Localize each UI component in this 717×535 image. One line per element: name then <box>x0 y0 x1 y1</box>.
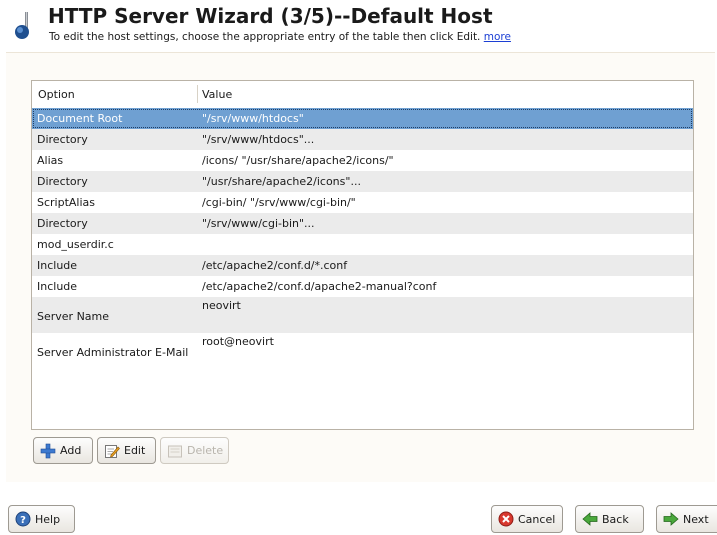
next-arrow-icon <box>663 512 679 526</box>
wizard-icon <box>15 12 29 39</box>
table-body: Document Root "/srv/www/htdocs" Director… <box>32 108 693 369</box>
option-cell: Alias <box>37 154 64 167</box>
value-cell: /icons/ "/usr/share/apache2/icons/" <box>202 154 394 167</box>
cancel-button-label: Cancel <box>518 512 556 526</box>
pencil-icon <box>105 444 120 458</box>
table-row[interactable]: Server Administrator E-Mail root@neovirt <box>32 333 693 369</box>
value-cell: "/srv/www/cgi-bin"... <box>202 217 315 230</box>
add-button-label: Add <box>60 444 82 457</box>
content-panel: Option Value Document Root "/srv/www/htd… <box>6 52 715 482</box>
option-cell: Document Root <box>37 112 123 125</box>
table-row[interactable]: mod_userdir.c <box>32 234 693 255</box>
next-button[interactable]: Next <box>656 505 717 533</box>
value-cell: /cgi-bin/ "/srv/www/cgi-bin/" <box>202 196 356 209</box>
table-row[interactable]: Server Name neovirt <box>32 297 693 333</box>
value-cell: "/srv/www/htdocs" <box>202 112 304 125</box>
value-cell: /etc/apache2/conf.d/apache2-manual?conf <box>202 280 437 293</box>
cancel-icon <box>498 511 514 527</box>
table-row[interactable]: ScriptAlias /cgi-bin/ "/srv/www/cgi-bin/… <box>32 192 693 213</box>
option-cell: Directory <box>37 133 88 146</box>
back-arrow-icon <box>582 512 598 526</box>
table-row[interactable]: Directory "/usr/share/apache2/icons"... <box>32 171 693 192</box>
column-header-value[interactable]: Value <box>202 88 232 101</box>
wizard-header: HTTP Server Wizard (3/5)--Default Host T… <box>0 0 717 52</box>
table-row[interactable]: Include /etc/apache2/conf.d/apache2-manu… <box>32 276 693 297</box>
help-icon: ? <box>15 511 31 527</box>
table-row[interactable]: Include /etc/apache2/conf.d/*.conf <box>32 255 693 276</box>
table-row[interactable]: Directory "/srv/www/htdocs"... <box>32 129 693 150</box>
more-link[interactable]: more <box>484 31 511 43</box>
value-cell: "/usr/share/apache2/icons"... <box>202 175 361 188</box>
edit-button-label: Edit <box>124 444 146 457</box>
option-cell: Server Name <box>37 310 110 323</box>
table-row[interactable]: Directory "/srv/www/cgi-bin"... <box>32 213 693 234</box>
options-table[interactable]: Option Value Document Root "/srv/www/htd… <box>31 80 694 430</box>
page-subtitle: To edit the host settings, choose the ap… <box>49 31 511 43</box>
table-header: Option Value <box>32 81 693 107</box>
next-button-label: Next <box>683 512 709 526</box>
subtitle-text: To edit the host settings, choose the ap… <box>49 31 481 43</box>
value-cell: /etc/apache2/conf.d/*.conf <box>202 259 348 272</box>
option-cell: Server Administrator E-Mail <box>37 346 189 359</box>
delete-icon <box>168 445 182 457</box>
option-cell: Directory <box>37 175 88 188</box>
value-cell: neovirt <box>202 299 241 312</box>
value-cell: "/srv/www/htdocs"... <box>202 133 315 146</box>
table-row[interactable]: Alias /icons/ "/usr/share/apache2/icons/… <box>32 150 693 171</box>
svg-text:?: ? <box>20 515 26 526</box>
page-title: HTTP Server Wizard (3/5)--Default Host <box>48 4 493 28</box>
column-separator <box>197 85 198 103</box>
edit-button[interactable]: Edit <box>97 437 156 464</box>
option-cell: Directory <box>37 217 88 230</box>
help-button-label: Help <box>35 512 61 526</box>
option-cell: ScriptAlias <box>37 196 96 209</box>
delete-button-label: Delete <box>187 444 224 457</box>
delete-button[interactable]: Delete <box>160 437 229 464</box>
option-cell: mod_userdir.c <box>37 238 114 251</box>
option-cell: Include <box>37 280 78 293</box>
help-button[interactable]: ? Help <box>8 505 75 533</box>
cancel-button[interactable]: Cancel <box>491 505 563 533</box>
table-row[interactable]: Document Root "/srv/www/htdocs" <box>32 108 693 129</box>
option-cell: Include <box>37 259 78 272</box>
back-button-label: Back <box>602 512 629 526</box>
column-header-option[interactable]: Option <box>38 88 75 101</box>
back-button[interactable]: Back <box>575 505 644 533</box>
add-button[interactable]: Add <box>33 437 93 464</box>
plus-icon <box>40 443 56 458</box>
value-cell: root@neovirt <box>202 335 274 348</box>
